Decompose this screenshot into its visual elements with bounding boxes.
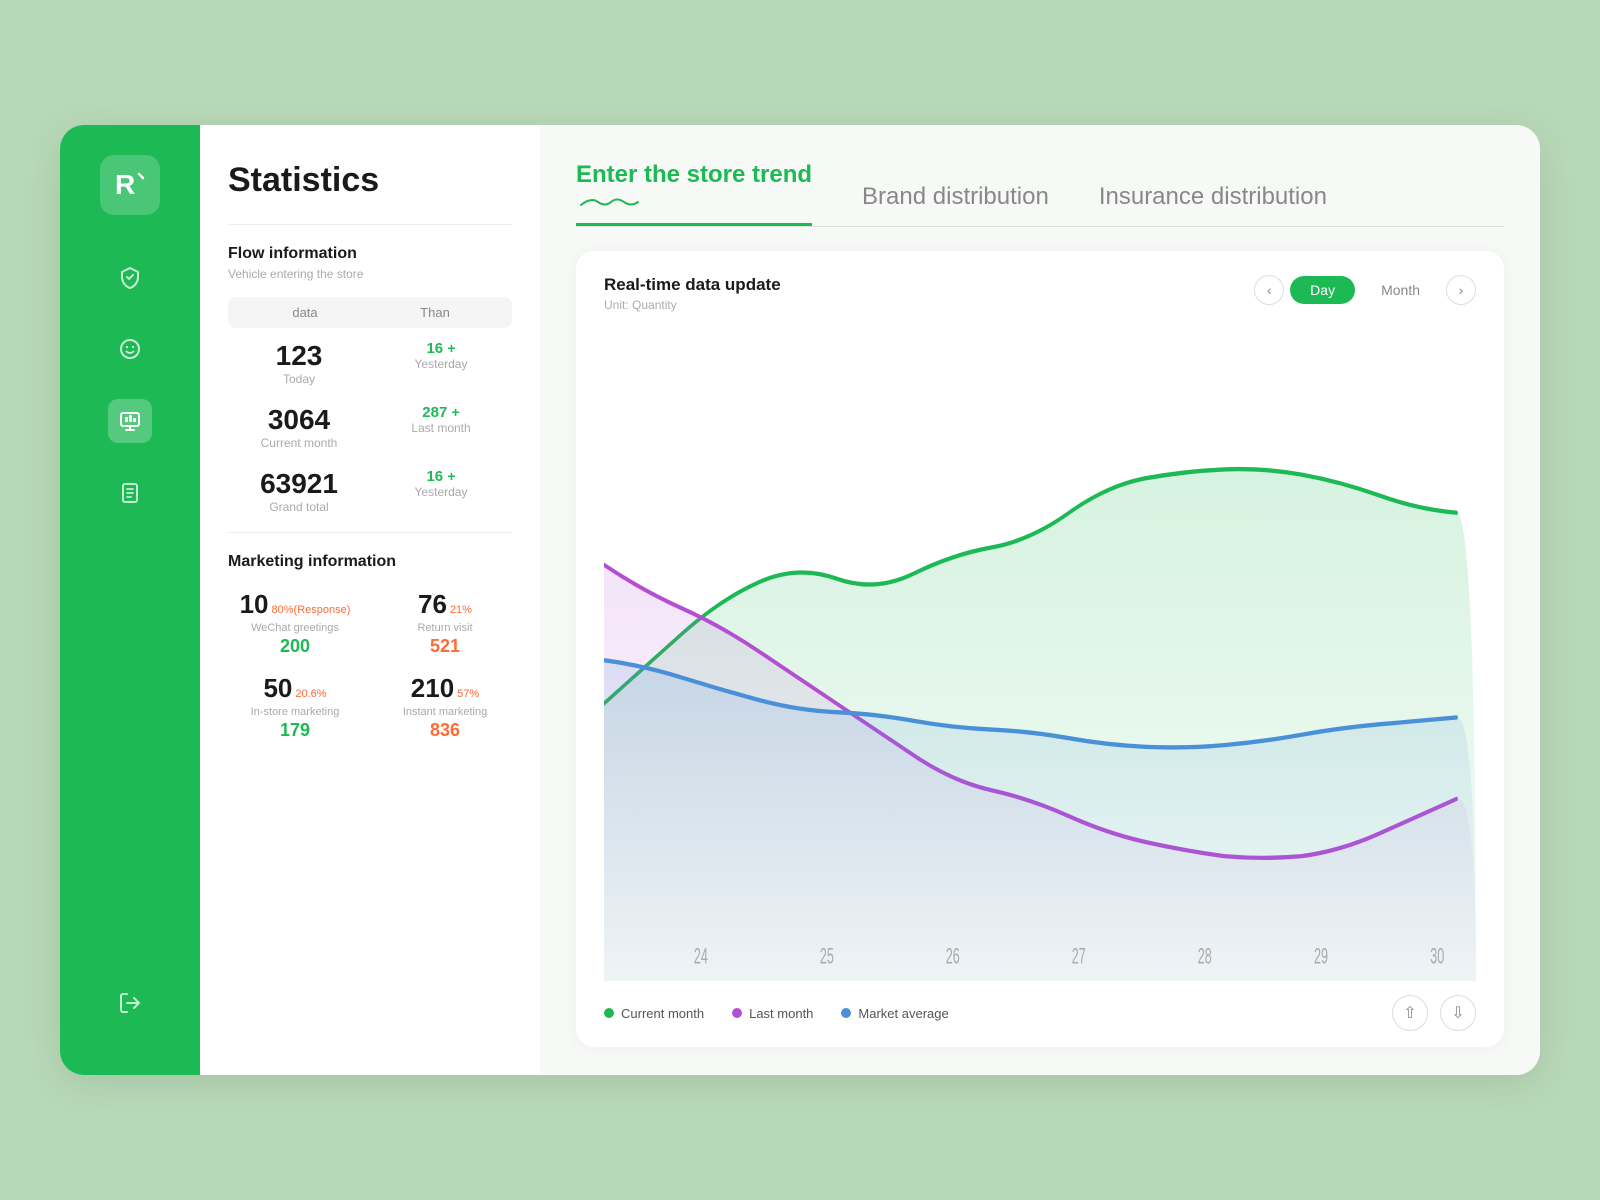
- month-label: Current month: [261, 436, 338, 450]
- mkt-instore-main: 50: [263, 673, 292, 704]
- logout-icon[interactable]: [108, 981, 152, 1025]
- sidebar-item-face[interactable]: [108, 327, 152, 371]
- legend-dot-last: [732, 1008, 742, 1018]
- flow-section-title: Flow information: [228, 245, 512, 263]
- total-diff: 16 +: [426, 468, 455, 485]
- today-diff: 16 +: [426, 340, 455, 357]
- svg-text:26: 26: [946, 943, 960, 969]
- mkt-wechat-main: 10: [240, 589, 269, 620]
- today-diff-label: Yesterday: [415, 357, 468, 371]
- stat-cell-today-value: 123 Today: [228, 340, 370, 386]
- mkt-wechat-sub: 200: [280, 636, 310, 657]
- legend-last-month: Last month: [732, 1006, 813, 1021]
- mkt-wechat-pct: 80%(Response): [272, 604, 351, 616]
- today-value: 123: [276, 340, 323, 372]
- marketing-grid: 10 80%(Response) WeChat greetings 200 76…: [228, 589, 512, 741]
- mkt-instant-sub: 836: [430, 720, 460, 741]
- day-toggle: ‹ Day Month ›: [1254, 275, 1476, 305]
- svg-text:27: 27: [1072, 943, 1086, 969]
- mkt-return-sub: 521: [430, 636, 460, 657]
- stat-cell-total-value: 63921 Grand total: [228, 468, 370, 514]
- stat-row-month: 3064 Current month 287 + Last month: [228, 404, 512, 450]
- page-title: Statistics: [228, 161, 512, 200]
- chart-unit: Unit: Quantity: [604, 298, 781, 312]
- tab-insurance-distribution[interactable]: Insurance distribution: [1099, 183, 1327, 226]
- svg-text:28: 28: [1198, 943, 1212, 969]
- svg-text:R: R: [115, 169, 135, 200]
- mkt-return: 76 21% Return visit 521: [378, 589, 512, 657]
- legend-label-current: Current month: [621, 1006, 704, 1021]
- month-value: 3064: [268, 404, 330, 436]
- flow-section-subtitle: Vehicle entering the store: [228, 267, 512, 281]
- svg-text:24: 24: [694, 943, 708, 969]
- scroll-down-btn[interactable]: ⇩: [1440, 995, 1476, 1031]
- stat-cell-month-value: 3064 Current month: [228, 404, 370, 450]
- mkt-instant: 210 57% Instant marketing 836: [378, 673, 512, 741]
- mkt-wechat: 10 80%(Response) WeChat greetings 200: [228, 589, 362, 657]
- stat-cell-month-diff: 287 + Last month: [370, 404, 512, 450]
- mkt-instore: 50 20.6% In-store marketing 179: [228, 673, 362, 741]
- mkt-instore-label: In-store marketing: [251, 706, 340, 718]
- scroll-up-btn[interactable]: ⇧: [1392, 995, 1428, 1031]
- prev-btn[interactable]: ‹: [1254, 275, 1284, 305]
- mkt-instant-pct: 57%: [457, 688, 479, 700]
- logo[interactable]: R: [100, 155, 160, 215]
- sidebar-item-document[interactable]: [108, 471, 152, 515]
- total-label: Grand total: [269, 500, 328, 514]
- tab-store-trend[interactable]: Enter the store trend: [576, 161, 812, 226]
- col-than: Than: [370, 305, 500, 320]
- mkt-return-pct: 21%: [450, 604, 472, 616]
- mkt-instant-label: Instant marketing: [403, 706, 487, 718]
- chart-header: Real-time data update Unit: Quantity ‹ D…: [604, 275, 1476, 312]
- legend-label-last: Last month: [749, 1006, 813, 1021]
- legend-market-avg: Market average: [841, 1006, 948, 1021]
- legend-current-month: Current month: [604, 1006, 704, 1021]
- legend-dot-current: [604, 1008, 614, 1018]
- tab-brand-distribution[interactable]: Brand distribution: [862, 183, 1049, 226]
- mkt-instore-sub: 179: [280, 720, 310, 741]
- legend-dot-avg: [841, 1008, 851, 1018]
- stat-row-today: 123 Today 16 + Yesterday: [228, 340, 512, 386]
- chart-card: Real-time data update Unit: Quantity ‹ D…: [576, 251, 1504, 1047]
- flow-table-header: data Than: [228, 297, 512, 328]
- stat-cell-today-diff: 16 + Yesterday: [370, 340, 512, 386]
- chart-legend: Current month Last month Market average …: [604, 995, 1476, 1031]
- legend-items: Current month Last month Market average: [604, 1006, 949, 1021]
- main-content: Enter the store trend Brand distribution…: [540, 125, 1540, 1075]
- sidebar-item-monitor[interactable]: [108, 399, 152, 443]
- divider: [228, 224, 512, 225]
- chart-svg-wrap: 24 25 26 27 28 29 30: [604, 322, 1476, 981]
- month-diff: 287 +: [422, 404, 459, 421]
- dashboard: R: [60, 125, 1540, 1075]
- total-diff-label: Yesterday: [415, 485, 468, 499]
- next-btn[interactable]: ›: [1446, 275, 1476, 305]
- month-diff-label: Last month: [411, 421, 470, 435]
- svg-text:30: 30: [1430, 943, 1444, 969]
- mkt-instant-main: 210: [411, 673, 454, 704]
- mkt-return-label: Return visit: [417, 622, 472, 634]
- stats-panel: Statistics Flow information Vehicle ente…: [200, 125, 540, 1075]
- chart-title: Real-time data update: [604, 275, 781, 295]
- day-btn[interactable]: Day: [1290, 276, 1355, 304]
- sidebar-nav: [108, 255, 152, 981]
- stat-cell-total-diff: 16 + Yesterday: [370, 468, 512, 514]
- svg-text:29: 29: [1314, 943, 1328, 969]
- sidebar-bottom: [108, 981, 152, 1045]
- mkt-return-main: 76: [418, 589, 447, 620]
- tabs: Enter the store trend Brand distribution…: [576, 161, 1504, 227]
- col-data: data: [240, 305, 370, 320]
- sidebar-item-shield[interactable]: [108, 255, 152, 299]
- month-btn[interactable]: Month: [1361, 276, 1440, 304]
- sidebar: R: [60, 125, 200, 1075]
- total-value: 63921: [260, 468, 338, 500]
- mkt-instore-pct: 20.6%: [295, 688, 326, 700]
- divider2: [228, 532, 512, 533]
- stat-row-total: 63921 Grand total 16 + Yesterday: [228, 468, 512, 514]
- mkt-wechat-label: WeChat greetings: [251, 622, 339, 634]
- legend-label-avg: Market average: [858, 1006, 948, 1021]
- legend-arrows: ⇧ ⇩: [1392, 995, 1476, 1031]
- svg-text:25: 25: [820, 943, 834, 969]
- today-label: Today: [283, 372, 315, 386]
- marketing-section-title: Marketing information: [228, 553, 512, 571]
